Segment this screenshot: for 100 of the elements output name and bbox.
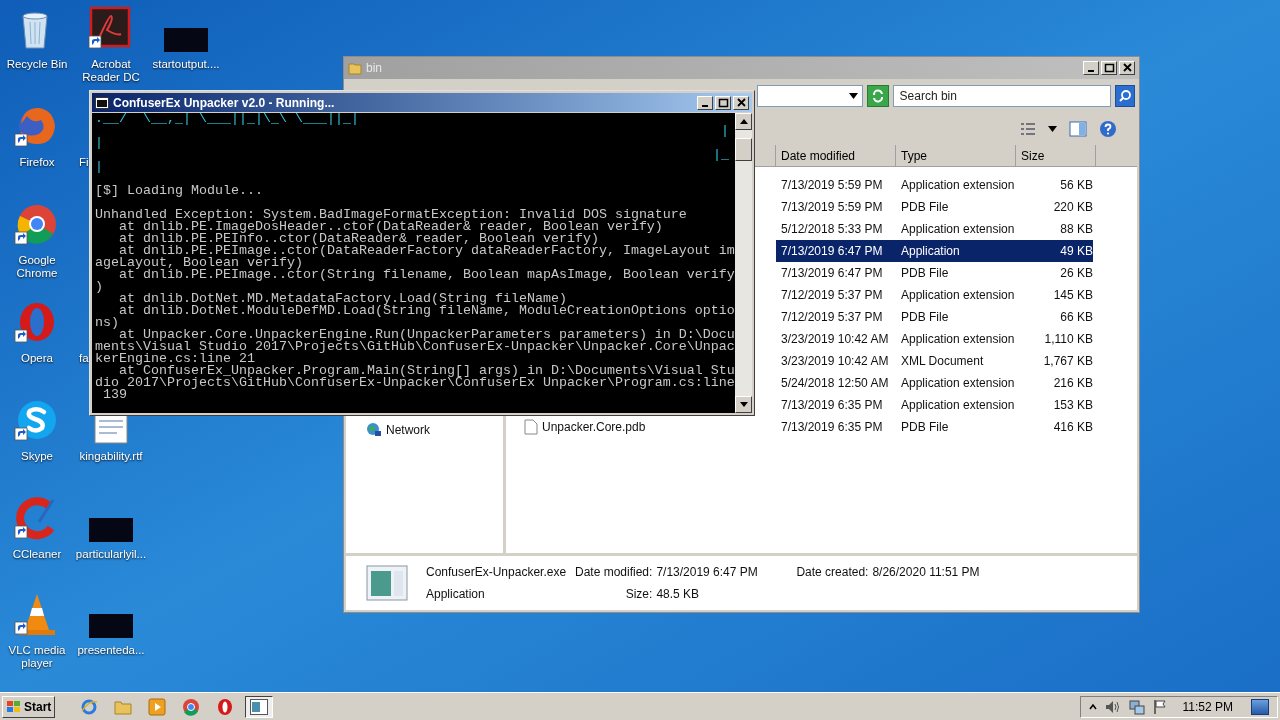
- window-title: ConfuserEx Unpacker v2.0 - Running...: [113, 94, 335, 112]
- close-button[interactable]: [1119, 61, 1135, 75]
- detail-label: Size:: [624, 586, 653, 603]
- search-field[interactable]: Search bin: [892, 85, 1112, 107]
- file-row[interactable]: 3/23/2019 10:42 AM XML Document 1,767 KB: [776, 350, 1093, 372]
- file-type: Application: [900, 243, 961, 260]
- chrome-icon: [182, 697, 201, 716]
- file-size: 88 KB: [1059, 221, 1093, 238]
- minimize-icon: [1088, 70, 1094, 72]
- file-name: ConfuserEx-Unpacker.exe: [426, 564, 568, 581]
- desktop-icon-label[interactable]: particularlyil...: [75, 548, 147, 561]
- desktop-icon-label[interactable]: Google Chrome: [1, 254, 73, 280]
- console-line: ns): [95, 315, 119, 330]
- minimize-button[interactable]: [697, 95, 713, 110]
- speaker-icon[interactable]: [1104, 699, 1121, 714]
- desktop-icon-label[interactable]: fa: [79, 352, 89, 365]
- file-row[interactable]: 7/12/2019 5:37 PM PDB File 66 KB: [776, 306, 1093, 328]
- file-size: 66 KB: [1059, 309, 1093, 326]
- caret-icon[interactable]: [1048, 126, 1057, 132]
- desktop-icon-label[interactable]: Opera: [1, 352, 73, 365]
- file-row[interactable]: 7/13/2019 6:47 PM Application 49 KB: [776, 240, 1093, 262]
- close-button[interactable]: [733, 95, 749, 110]
- file-date: 7/13/2019 6:47 PM: [780, 243, 884, 260]
- file-date: 7/13/2019 5:59 PM: [780, 177, 884, 194]
- scroll-up-button[interactable]: [735, 113, 752, 130]
- desktop-icon-label[interactable]: VLC media player: [1, 644, 73, 670]
- down-arrow-icon: [739, 402, 748, 407]
- file-size: 220 KB: [1052, 199, 1093, 216]
- desktop-icon-label[interactable]: presenteda...: [75, 644, 147, 657]
- file-date: 3/23/2019 10:42 AM: [780, 331, 890, 348]
- taskbar-button[interactable]: [245, 695, 274, 718]
- file-row[interactable]: 7/13/2019 5:59 PM Application extension 56 KB: [776, 174, 1093, 196]
- show-desktop-button[interactable]: [1251, 698, 1269, 715]
- scroll-down-button[interactable]: [735, 396, 752, 413]
- maximize-button[interactable]: [715, 95, 731, 110]
- file-date: 3/23/2019 10:42 AM: [780, 353, 890, 370]
- application-icon: [366, 565, 408, 601]
- desktop-icon-label[interactable]: Acrobat Reader DC: [75, 58, 147, 84]
- file-date: 7/13/2019 6:47 PM: [780, 265, 884, 282]
- file-type: Application extension: [900, 287, 1016, 304]
- file-name: Unpacker.Core.pdb: [542, 419, 646, 436]
- close-icon: [1121, 63, 1133, 73]
- file-row[interactable]: 5/12/2018 5:33 PM Application extension 88 KB: [776, 218, 1093, 240]
- scroll-thumb[interactable]: [735, 138, 752, 161]
- file-row[interactable]: 7/12/2019 5:37 PM Application extension 145 KB: [776, 284, 1093, 306]
- file-row[interactable]: 5/24/2018 12:50 AM Application extension 216 KB: [776, 372, 1093, 394]
- file-date: 7/13/2019 6:35 PM: [780, 397, 884, 414]
- ie-icon: [80, 697, 99, 716]
- minimize-button[interactable]: [1083, 61, 1099, 75]
- desktop-icon-label[interactable]: Firefox: [1, 156, 73, 169]
- preview-pane-icon[interactable]: [1069, 121, 1087, 137]
- file-type: Application extension: [900, 177, 1016, 194]
- folder-icon: [114, 698, 133, 715]
- file-row[interactable]: 7/13/2019 6:35 PM Application extension 153 KB: [776, 394, 1093, 416]
- refresh-icon: [870, 89, 885, 103]
- desktop-icon-label[interactable]: Fi: [79, 156, 89, 169]
- view-list-icon[interactable]: [1020, 122, 1036, 136]
- file-type: Application: [426, 586, 486, 603]
- search-button[interactable]: [1115, 85, 1135, 107]
- console-line: at Unpacker.Core.UnpackerEngine.Run(UnpackerParameters parameters) in D:\Docu: [119, 327, 735, 342]
- chevron-up-icon[interactable]: [1088, 702, 1097, 711]
- window-title: bin: [366, 60, 382, 77]
- file-type: PDB File: [900, 265, 950, 282]
- file-icon: [524, 419, 538, 435]
- file-size: 1,110 KB: [1043, 331, 1093, 348]
- desktop-icon-label[interactable]: startoutput....: [150, 58, 222, 71]
- file-date: 5/24/2018 12:50 AM: [780, 375, 890, 392]
- scrollbar[interactable]: [735, 113, 752, 413]
- flag-icon[interactable]: [1152, 698, 1167, 715]
- network-icon[interactable]: [1128, 698, 1145, 715]
- detail-value: 8/26/2020 11:51 PM: [872, 564, 980, 581]
- file-row[interactable]: 7/13/2019 5:59 PM PDB File 220 KB: [776, 196, 1093, 218]
- file-size: 1,767 KB: [1042, 353, 1093, 370]
- desktop-icon-label[interactable]: Recycle Bin: [1, 58, 73, 71]
- column-header[interactable]: Type: [896, 145, 1016, 166]
- nav-item[interactable]: Network: [386, 421, 430, 439]
- file-type: PDB File: [900, 199, 950, 216]
- start-button[interactable]: Start: [2, 695, 56, 718]
- file-date: 7/13/2019 6:35 PM: [780, 419, 884, 436]
- column-header[interactable]: Size: [1016, 145, 1096, 166]
- close-icon: [735, 97, 747, 108]
- file-size: 26 KB: [1059, 265, 1093, 282]
- console-line: |: [95, 137, 103, 149]
- refresh-button[interactable]: [866, 85, 889, 107]
- console-line: 139: [102, 387, 127, 402]
- maximize-icon: [717, 97, 729, 108]
- file-type: Application extension: [900, 397, 1016, 414]
- desktop-icon-label[interactable]: kingability.rtf: [75, 450, 147, 463]
- media-player-icon: [148, 697, 167, 716]
- console-line: [$] Loading Module...: [95, 183, 263, 198]
- file-row[interactable]: 7/13/2019 6:47 PM PDB File 26 KB: [776, 262, 1093, 284]
- file-row[interactable]: 7/13/2019 6:35 PM PDB File 416 KB: [776, 416, 1093, 438]
- column-header[interactable]: Date modified: [776, 145, 896, 166]
- desktop-icon-label[interactable]: CCleaner: [1, 548, 73, 561]
- maximize-button[interactable]: [1101, 61, 1117, 75]
- help-icon[interactable]: [1099, 120, 1117, 138]
- caret-icon[interactable]: [848, 93, 858, 99]
- desktop-icon-label[interactable]: Skype: [1, 450, 73, 463]
- detail-value: 7/13/2019 6:47 PM: [656, 564, 759, 581]
- file-row[interactable]: 3/23/2019 10:42 AM Application extension 1,110 KB: [776, 328, 1093, 350]
